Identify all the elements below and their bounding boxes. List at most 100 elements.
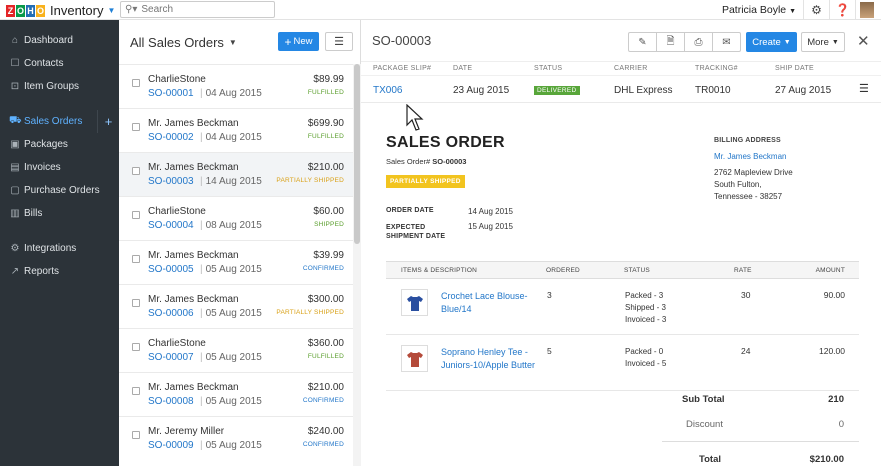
- row-checkbox[interactable]: [132, 79, 140, 87]
- order-amount: $60.00: [313, 206, 344, 217]
- order-number-link[interactable]: SO-00007: [148, 352, 194, 363]
- package-date: 23 Aug 2015: [453, 85, 510, 96]
- print-icon: ⎙: [694, 36, 703, 48]
- order-row[interactable]: Mr. James Beckman SO-00005 | 05 Aug 2015 $39…: [119, 240, 353, 284]
- row-checkbox[interactable]: [132, 211, 140, 219]
- avatar-wrap[interactable]: [855, 0, 881, 20]
- list-title[interactable]: All Sales Orders: [130, 35, 224, 50]
- create-button[interactable]: Create ▼: [746, 32, 797, 52]
- row-checkbox[interactable]: [132, 431, 140, 439]
- close-icon[interactable]: ✕: [857, 32, 870, 50]
- item-status-line: Invoiced - 3: [625, 315, 667, 324]
- sidebar-item-bills[interactable]: ▥ Bills: [0, 202, 119, 225]
- app-logo[interactable]: Z O H O Inventory ▼: [6, 3, 115, 18]
- sidebar-item-contacts[interactable]: ☐ Contacts: [0, 52, 119, 75]
- print-button[interactable]: ⎙: [684, 32, 713, 52]
- order-date: | 05 Aug 2015: [200, 264, 262, 275]
- item-status-line: Packed - 3: [625, 291, 664, 300]
- order-amount: $240.00: [307, 426, 344, 437]
- item-name-link[interactable]: Soprano Henley Tee - Juniors-10/Apple Bu…: [441, 346, 541, 372]
- col-status: STATUS: [534, 65, 563, 72]
- row-checkbox[interactable]: [132, 255, 140, 263]
- help-icon[interactable]: ❓: [829, 0, 855, 20]
- row-checkbox[interactable]: [132, 167, 140, 175]
- order-number-link[interactable]: SO-00008: [148, 396, 194, 407]
- package-row[interactable]: TX006 23 Aug 2015 DELIVERED DHL Express …: [361, 75, 881, 103]
- order-date-value: 14 Aug 2015: [468, 207, 513, 216]
- zoho-logo: Z O H O: [6, 4, 45, 17]
- sidebar-item-purchase-orders[interactable]: ▢ Purchase Orders: [0, 179, 119, 202]
- sidebar: ⌂ Dashboard ☐ Contacts ⊡ Item Groups ⛟ Sales…: [0, 20, 119, 466]
- row-checkbox[interactable]: [132, 123, 140, 131]
- package-slip-link[interactable]: TX006: [373, 85, 402, 96]
- order-amount: $699.90: [307, 118, 344, 129]
- item-image: [401, 345, 428, 372]
- order-customer: Mr. James Beckman: [148, 118, 239, 129]
- order-row[interactable]: CharlieStone SO-00004 | 08 Aug 2015 $60.00 SH…: [119, 196, 353, 240]
- email-button[interactable]: ✉: [712, 32, 741, 52]
- billing-name-link[interactable]: Mr. James Beckman: [714, 152, 786, 161]
- item-status: Packed - 0 Invoiced - 5: [625, 346, 666, 370]
- order-row[interactable]: Mr. James Beckman SO-00008 | 05 Aug 2015 $21…: [119, 372, 353, 416]
- sidebar-item-invoices[interactable]: ▤ Invoices: [0, 156, 119, 179]
- order-status: FULFILLED: [307, 353, 344, 360]
- order-customer: CharlieStone: [148, 338, 206, 349]
- search-box[interactable]: ⚲▾: [120, 1, 275, 18]
- order-number-link[interactable]: SO-00003: [148, 176, 194, 187]
- expected-date-label-2: SHIPMENT DATE: [386, 233, 446, 240]
- list-scrollbar[interactable]: [353, 64, 361, 466]
- sidebar-item-dashboard[interactable]: ⌂ Dashboard: [0, 29, 119, 52]
- document-heading: SALES ORDER: [386, 134, 505, 151]
- discount-value: 0: [838, 419, 844, 430]
- more-button[interactable]: More ▼: [801, 32, 845, 52]
- order-row[interactable]: Mr. James Beckman SO-00003 | 14 Aug 2015 $21…: [119, 152, 353, 196]
- item-status-line: Shipped - 3: [625, 303, 666, 312]
- order-row[interactable]: CharlieStone SO-00007 | 05 Aug 2015 $360.00 F…: [119, 328, 353, 372]
- reports-icon: ↗: [10, 266, 20, 277]
- sidebar-item-integrations[interactable]: ⚙ Integrations: [0, 237, 119, 260]
- order-date: | 04 Aug 2015: [200, 88, 262, 99]
- search-input[interactable]: [141, 4, 262, 15]
- sidebar-item-packages[interactable]: ▣ Packages: [0, 133, 119, 156]
- chevron-down-icon[interactable]: ▼: [229, 38, 237, 47]
- items-table-header: ITEMS & DESCRIPTION ORDERED STATUS RATE …: [386, 261, 859, 279]
- order-status: PARTIALLY SHIPPED: [276, 177, 344, 184]
- order-date: | 05 Aug 2015: [200, 352, 262, 363]
- row-checkbox[interactable]: [132, 299, 140, 307]
- gear-icon[interactable]: ⚙: [803, 0, 829, 20]
- order-status: FULFILLED: [307, 133, 344, 140]
- edit-button[interactable]: ✎: [628, 32, 657, 52]
- avatar[interactable]: [860, 2, 874, 18]
- sidebar-item-sales-orders[interactable]: ⛟ Sales Orders +: [0, 110, 119, 133]
- user-menu[interactable]: Patricia Boyle ▼: [722, 4, 796, 16]
- user-name: Patricia Boyle: [721, 4, 787, 16]
- new-order-button[interactable]: + New: [278, 32, 319, 51]
- sidebar-item-reports[interactable]: ↗ Reports: [0, 260, 119, 283]
- order-customer: Mr. Jeremy Miller: [148, 426, 225, 437]
- order-row[interactable]: Mr. Jeremy Miller SO-00009 | 05 Aug 2015 $24…: [119, 416, 353, 460]
- hamburger-icon[interactable]: ☰: [859, 82, 869, 95]
- search-icon: ⚲▾: [125, 4, 138, 15]
- col-status: STATUS: [624, 267, 650, 274]
- top-icons: ⚙ ❓: [803, 0, 881, 20]
- order-number-link[interactable]: SO-00004: [148, 220, 194, 231]
- order-row[interactable]: CharlieStone SO-00001 | 04 Aug 2015 $89.99 FU…: [119, 64, 353, 108]
- row-checkbox[interactable]: [132, 387, 140, 395]
- item-name-link[interactable]: Crochet Lace Blouse-Blue/14: [441, 290, 541, 316]
- list-menu-button[interactable]: ☰: [325, 32, 353, 51]
- pdf-button[interactable]: 🗎: [656, 32, 685, 52]
- add-sales-order-icon[interactable]: +: [97, 110, 119, 133]
- order-date: | 04 Aug 2015: [200, 132, 262, 143]
- order-number-link[interactable]: SO-00006: [148, 308, 194, 319]
- order-row[interactable]: Mr. James Beckman SO-00006 | 05 Aug 2015 $30…: [119, 284, 353, 328]
- order-number-link[interactable]: SO-00005: [148, 264, 194, 275]
- order-row[interactable]: Mr. James Beckman SO-00002 | 04 Aug 2015 $69…: [119, 108, 353, 152]
- order-number-link[interactable]: SO-00002: [148, 132, 194, 143]
- total-divider: [662, 441, 859, 442]
- order-amount: $210.00: [307, 162, 344, 173]
- sidebar-item-item-groups[interactable]: ⊡ Item Groups: [0, 75, 119, 98]
- order-number-link[interactable]: SO-00001: [148, 88, 194, 99]
- order-number-link[interactable]: SO-00009: [148, 440, 194, 451]
- scrollbar-thumb[interactable]: [354, 64, 360, 244]
- row-checkbox[interactable]: [132, 343, 140, 351]
